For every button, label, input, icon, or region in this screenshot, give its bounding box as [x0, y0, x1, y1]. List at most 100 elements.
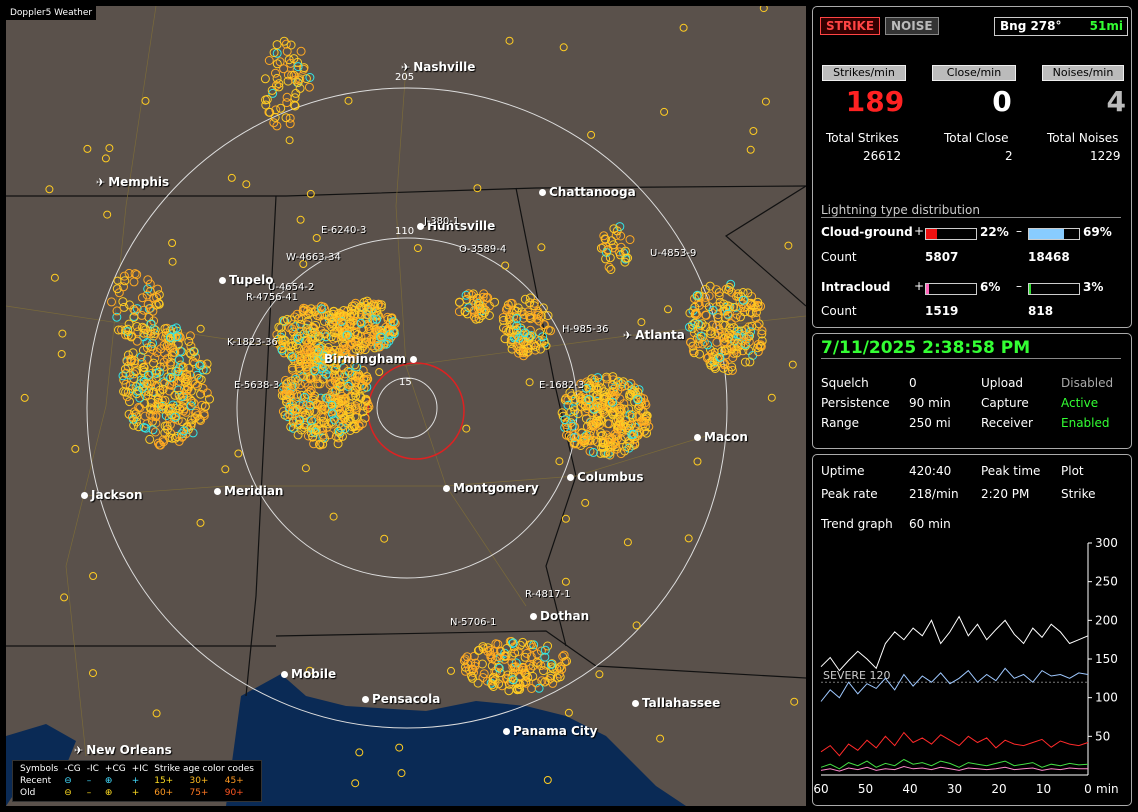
strike-symbol [152, 709, 161, 718]
strike-symbol [746, 145, 755, 154]
storm-label[interactable]: U-4853-9 [650, 248, 696, 259]
map-layer [6, 6, 806, 806]
strike-symbol [695, 349, 704, 359]
city-dot-icon [281, 671, 288, 678]
strike-symbol [264, 56, 274, 65]
city-mobile[interactable]: Mobile [281, 667, 336, 681]
strike-symbol [595, 670, 604, 679]
storm-label[interactable]: E-1682-3 [539, 380, 584, 391]
ic-positive-bar [925, 283, 977, 295]
trend-graph-label: Trend graph [821, 517, 893, 531]
trend-chart: 5010015020025030060 50 40 30 20 10 0 minSEVERE … [813, 536, 1118, 796]
strike-symbol [473, 678, 483, 688]
strike-symbol [759, 6, 768, 13]
plot-value[interactable]: Strike [1061, 487, 1096, 501]
trend-panel: Uptime 420:40 Peak time Plot Peak rate 2… [812, 454, 1132, 806]
strike-button[interactable]: STRIKE [820, 17, 881, 35]
city-atlanta[interactable]: ✈ Atlanta [623, 328, 685, 342]
strike-symbol [148, 425, 158, 435]
storm-label[interactable]: W-4663-34 [286, 252, 341, 263]
total-noises-label: Total Noises [1047, 131, 1119, 145]
peak-time-label: Peak time [981, 464, 1041, 478]
storm-label[interactable]: E-6240-3 [321, 225, 366, 236]
y-tick-label: 300 [1095, 536, 1118, 550]
bearing-box: Bng 278° 51mi [994, 17, 1128, 36]
strike-symbol [151, 427, 160, 437]
strike-symbol [184, 336, 194, 346]
storm-label[interactable]: R-4756-41 [246, 292, 298, 303]
city-nashville[interactable]: ✈ Nashville [401, 60, 475, 74]
city-montgomery[interactable]: Montgomery [443, 481, 539, 495]
strike-symbol [587, 130, 596, 139]
state-border [724, 185, 806, 307]
strike-symbol [559, 43, 568, 52]
upload-value: Disabled [1061, 376, 1114, 390]
strike-symbol [784, 241, 793, 250]
city-meridian[interactable]: Meridian [214, 484, 283, 498]
storm-label[interactable]: K-1823-36 [227, 337, 278, 348]
city-dot-icon [632, 700, 639, 707]
total-strikes-value: 26612 [863, 149, 902, 163]
strike-symbol [286, 40, 296, 50]
strike-symbol [561, 577, 570, 586]
intracloud-label: Intracloud [821, 280, 891, 294]
strike-symbol [380, 534, 389, 543]
airport-icon: ✈ [74, 744, 84, 757]
city-chattanooga[interactable]: Chattanooga [539, 185, 636, 199]
city-dot-icon [443, 485, 450, 492]
radar-map[interactable]: Doppler5 Weather 205 110 15 ✈ Nashville ✈… [6, 6, 806, 806]
x-tick-label: 30 [947, 782, 962, 796]
strike-symbol [140, 411, 150, 421]
storm-label[interactable]: R-4817-1 [525, 589, 571, 600]
strike-symbol [548, 678, 558, 688]
strike-symbol [637, 318, 646, 327]
strikes-min-value: 189 [845, 85, 905, 118]
trend-graph-value[interactable]: 60 min [909, 517, 951, 531]
city-panama-city[interactable]: Panama City [503, 724, 597, 738]
strike-symbol [124, 268, 134, 278]
strike-symbol [285, 136, 294, 145]
city-tupelo[interactable]: Tupelo [219, 273, 274, 287]
cloud-ground-label: Cloud-ground [821, 225, 913, 239]
gulf-water [226, 674, 686, 806]
city-dot-icon [214, 488, 221, 495]
strike-symbol [137, 293, 147, 303]
storm-label[interactable]: N-5706-1 [450, 617, 497, 628]
city-macon[interactable]: Macon [694, 430, 748, 444]
strike-symbol [505, 36, 514, 45]
city-birmingham[interactable]: Birmingham [324, 352, 420, 366]
ic-negative-count: 818 [1028, 304, 1054, 318]
city-columbus[interactable]: Columbus [567, 470, 644, 484]
x-tick-label: 10 [1036, 782, 1051, 796]
city-jackson[interactable]: Jackson [81, 488, 143, 502]
strike-symbol [561, 514, 570, 523]
peak-rate-label: Peak rate [821, 487, 878, 501]
cg-negative-count: 18468 [1028, 250, 1070, 264]
cg-positive-count: 5807 [925, 250, 959, 264]
status-panel: 7/11/2025 2:38:58 PM Squelch 0 Upload Di… [812, 333, 1132, 449]
storm-label[interactable]: E-5638-3 [234, 380, 279, 391]
range-label: Range [821, 416, 860, 430]
x-tick-label: 40 [902, 782, 917, 796]
city-new-orleans[interactable]: ✈ New Orleans [74, 743, 172, 757]
strike-symbol [242, 180, 251, 189]
strike-symbol [296, 215, 305, 224]
x-tick-label: 50 [858, 782, 873, 796]
city-tallahassee[interactable]: Tallahassee [632, 696, 720, 710]
storm-label[interactable]: H-985-36 [562, 324, 609, 335]
legend-age-title: Strike age color codes [154, 764, 254, 774]
city-pensacola[interactable]: Pensacola [362, 692, 440, 706]
city-memphis[interactable]: ✈ Memphis [96, 175, 169, 189]
city-dot-icon [81, 492, 88, 499]
road [395, 65, 527, 607]
strike-symbol [120, 276, 130, 286]
strike-symbol [701, 310, 711, 320]
city-dothan[interactable]: Dothan [530, 609, 589, 623]
strike-symbol [276, 103, 286, 113]
storm-label[interactable]: J-380-1 [424, 216, 459, 227]
strike-symbol [89, 572, 98, 580]
strike-symbol [185, 331, 195, 341]
city-dot-icon [219, 277, 226, 284]
noise-button[interactable]: NOISE [885, 17, 939, 35]
storm-label[interactable]: O-3589-4 [459, 244, 506, 255]
